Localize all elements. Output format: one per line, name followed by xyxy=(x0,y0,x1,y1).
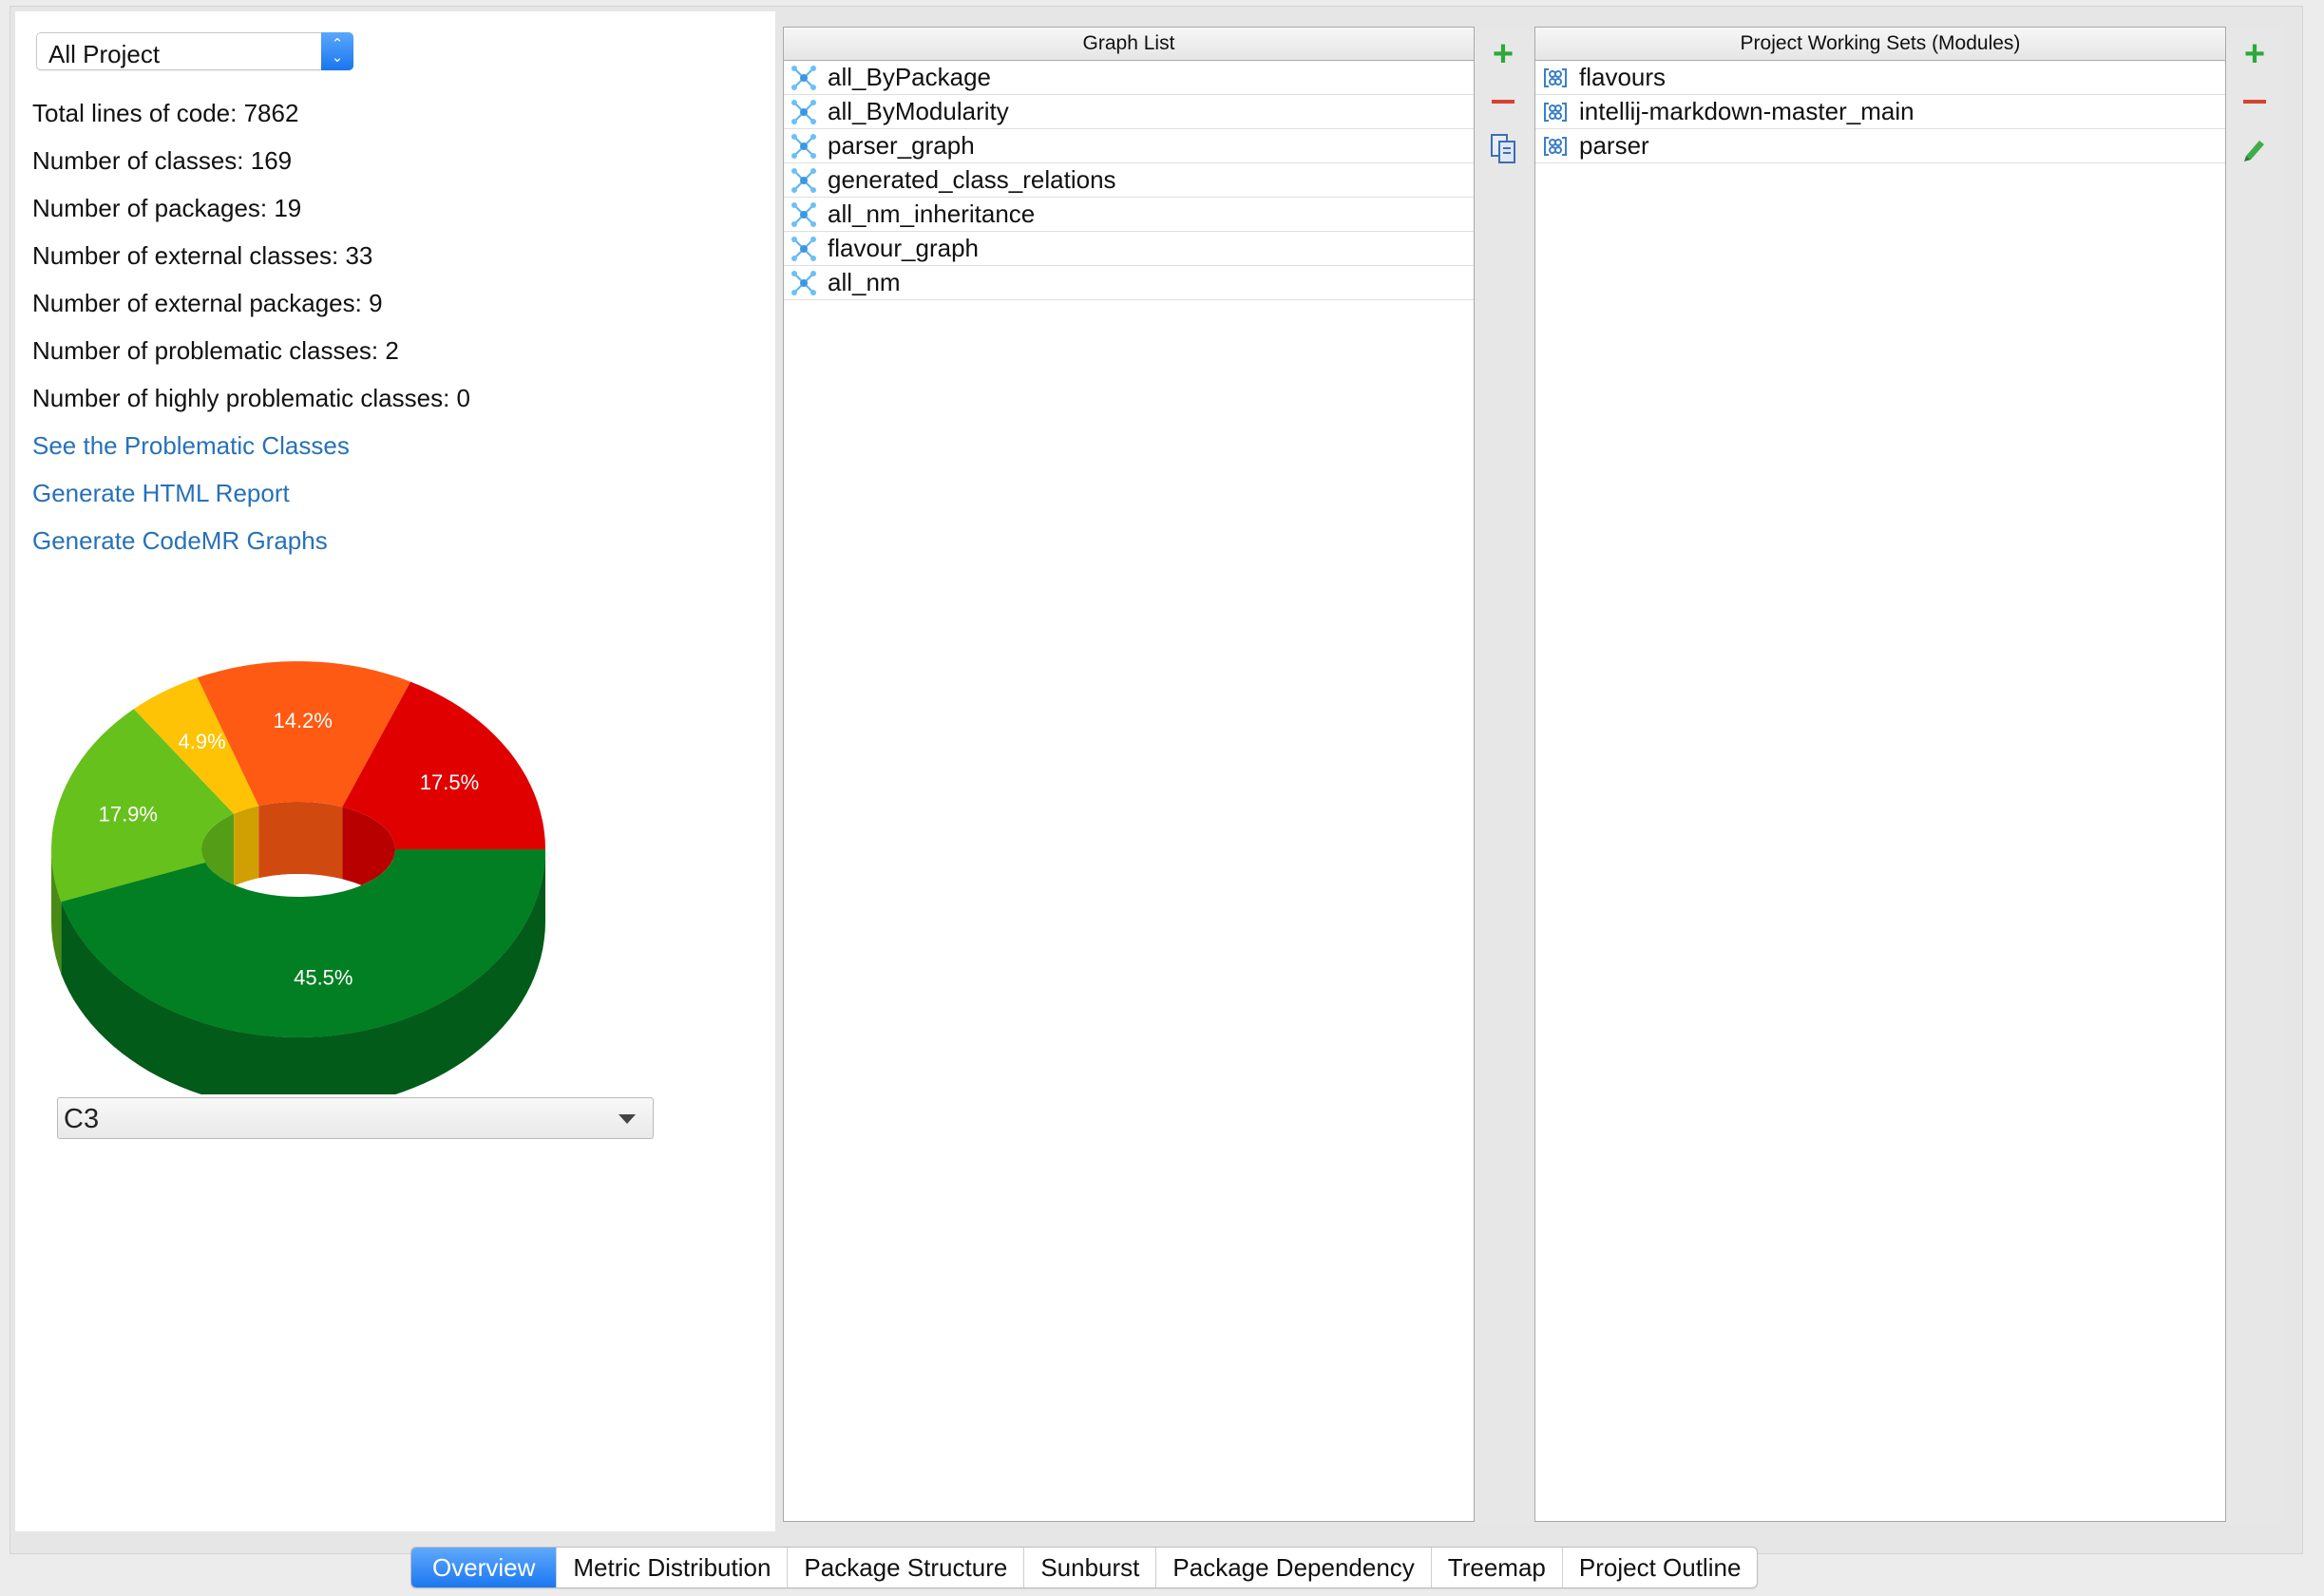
working-sets-toolbar: + xyxy=(2226,27,2283,1522)
remove-graph-button[interactable] xyxy=(1489,87,1517,116)
graph-icon xyxy=(791,66,816,90)
graph-icon xyxy=(791,202,816,227)
graph-list-item[interactable]: all_nm xyxy=(784,266,1474,300)
remove-working-set-button[interactable] xyxy=(2240,87,2269,116)
see-problematic-classes-link[interactable]: See the Problematic Classes xyxy=(32,429,470,477)
graph-list-item[interactable]: all_nm_inheritance xyxy=(784,198,1474,232)
stats-list: Total lines of code: 7862 Number of clas… xyxy=(32,97,470,572)
tab-overview[interactable]: Overview xyxy=(411,1548,558,1587)
stat-classes: Number of classes: 169 xyxy=(32,146,293,175)
working-set-item-label: intellij-markdown-master_main xyxy=(1579,97,1914,125)
working-set-item[interactable]: flavours xyxy=(1535,61,2225,95)
tab-package-dependency[interactable]: Package Dependency xyxy=(1156,1548,1432,1587)
metric-selector[interactable]: C3 xyxy=(57,1097,654,1139)
graph-list-item-label: all_ByPackage xyxy=(828,63,991,91)
graph-list-item[interactable]: all_ByPackage xyxy=(784,61,1474,95)
stat-total-loc: Total lines of code: 7862 xyxy=(32,99,299,127)
plus-icon: + xyxy=(2243,34,2266,74)
add-graph-button[interactable]: + xyxy=(1489,36,1517,72)
edit-working-set-button[interactable] xyxy=(2240,135,2269,163)
stat-problematic-classes: Number of problematic classes: 2 xyxy=(32,336,399,365)
graph-list-header: Graph List xyxy=(784,28,1474,61)
working-set-item-label: parser xyxy=(1579,131,1649,160)
working-set-item[interactable]: parser xyxy=(1535,129,2225,163)
graph-list-item[interactable]: generated_class_relations xyxy=(784,163,1474,198)
graph-list-item[interactable]: flavour_graph xyxy=(784,232,1474,266)
donut-chart: 45.5% 17.9% 4.9% 14.2% 17.5% xyxy=(42,629,555,1110)
project-selector-value: All Project xyxy=(48,40,161,68)
graph-icon xyxy=(791,237,816,261)
donut-data-label: 17.9% xyxy=(99,803,158,826)
donut-data-label: 17.5% xyxy=(420,770,479,794)
pencil-icon xyxy=(2244,141,2264,162)
copy-icon xyxy=(1491,134,1515,163)
stat-external-packages: Number of external packages: 9 xyxy=(32,289,383,317)
working-sets-header: Project Working Sets (Modules) xyxy=(1535,28,2225,61)
chevron-down-icon xyxy=(619,1114,636,1124)
chevron-updown-icon[interactable]: ⌃ ⌄ xyxy=(321,32,353,70)
bottom-tab-bar: Overview Metric Distribution Package Str… xyxy=(410,1547,1759,1588)
graph-list-item-label: parser_graph xyxy=(828,131,975,160)
graph-list-item-label: all_ByModularity xyxy=(828,97,1009,125)
project-selector[interactable]: All Project ⌃ ⌄ xyxy=(36,32,353,70)
donut-slice-inner-wall xyxy=(258,802,343,880)
donut-slice-inner-wall xyxy=(234,806,259,886)
add-working-set-button[interactable]: + xyxy=(2240,36,2269,72)
working-set-item-label: flavours xyxy=(1579,63,1667,91)
tab-metric-distribution[interactable]: Metric Distribution xyxy=(557,1548,789,1587)
working-sets-panel: Project Working Sets (Modules) flavours i… xyxy=(1534,27,2226,1522)
working-set-item[interactable]: intellij-markdown-master_main xyxy=(1535,95,2225,129)
metric-selector-value: C3 xyxy=(64,1104,100,1134)
tab-treemap[interactable]: Treemap xyxy=(1432,1548,1563,1587)
graph-list-item-label: generated_class_relations xyxy=(828,165,1116,194)
donut-data-label: 45.5% xyxy=(294,966,352,990)
tab-sunburst[interactable]: Sunburst xyxy=(1024,1548,1157,1587)
graph-list-panel: Graph List all_ByPackage all_ByModularity… xyxy=(783,27,1475,1522)
graph-list-item-label: flavour_graph xyxy=(828,234,979,262)
module-icon xyxy=(1544,103,1567,122)
stat-packages: Number of packages: 19 xyxy=(32,194,302,222)
tab-project-outline[interactable]: Project Outline xyxy=(1563,1548,1758,1587)
donut-data-label: 14.2% xyxy=(274,709,333,732)
generate-html-report-link[interactable]: Generate HTML Report xyxy=(32,477,470,524)
graph-icon xyxy=(791,100,816,124)
graph-icon xyxy=(791,271,816,295)
graph-list-toolbar: + xyxy=(1475,27,1532,1522)
graph-list-item[interactable]: parser_graph xyxy=(784,129,1474,163)
overview-pane: All Project ⌃ ⌄ Total lines of code: 7862… xyxy=(15,11,775,1531)
generate-codemr-graphs-link[interactable]: Generate CodeMR Graphs xyxy=(32,524,470,572)
graph-list-item[interactable]: all_ByModularity xyxy=(784,95,1474,129)
module-icon xyxy=(1544,137,1567,156)
graph-icon xyxy=(791,134,816,159)
stat-highly-problematic-classes: Number of highly problematic classes: 0 xyxy=(32,384,470,412)
stat-external-classes: Number of external classes: 33 xyxy=(32,241,373,270)
plus-icon: + xyxy=(1492,34,1514,74)
graph-icon xyxy=(791,168,816,193)
donut-data-label: 4.9% xyxy=(179,730,226,753)
copy-graph-button[interactable] xyxy=(1489,133,1517,163)
tab-package-structure[interactable]: Package Structure xyxy=(788,1548,1025,1587)
graph-list-item-label: all_nm xyxy=(828,268,901,296)
graph-list-item-label: all_nm_inheritance xyxy=(828,200,1036,228)
module-icon xyxy=(1544,68,1567,87)
